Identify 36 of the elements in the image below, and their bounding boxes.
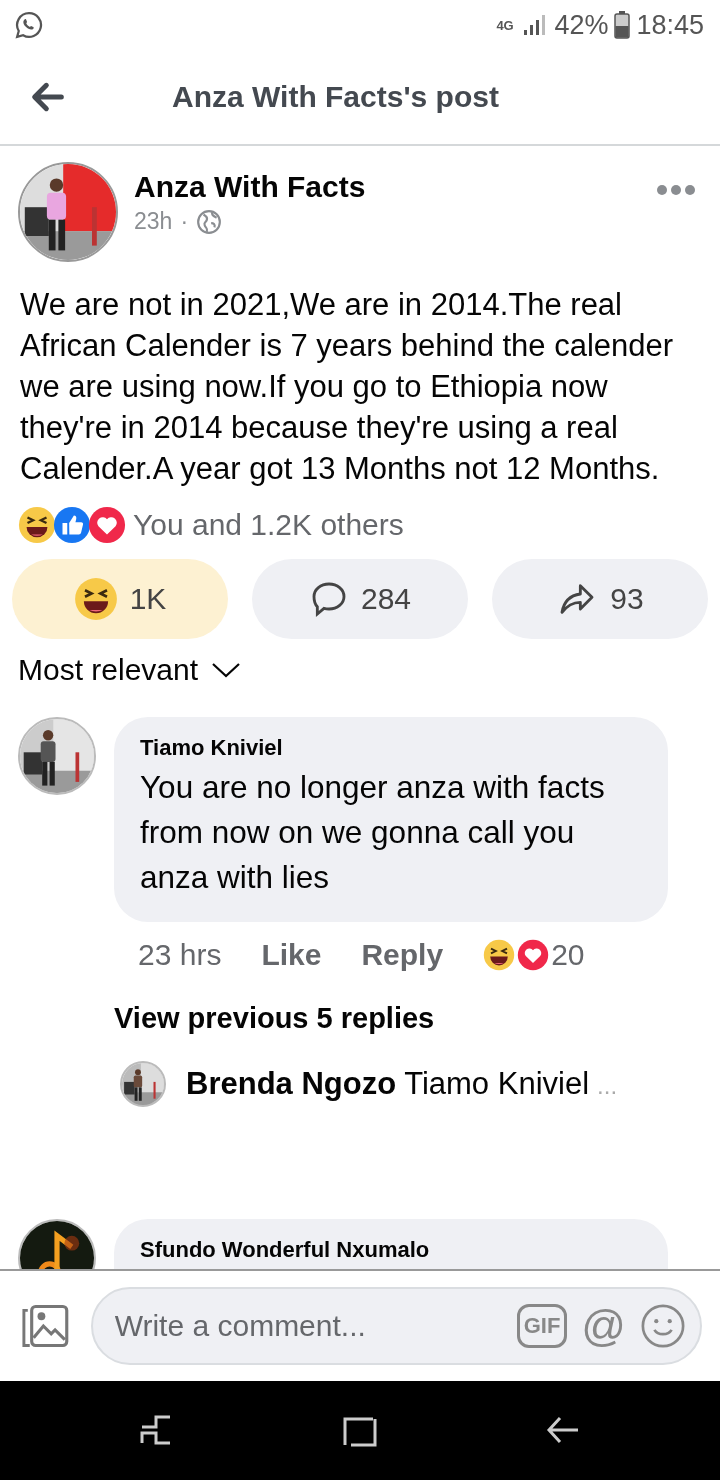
sort-dropdown[interactable]: Most relevant [0, 639, 261, 679]
react-button[interactable]: 1K [12, 559, 228, 639]
battery-icon [614, 11, 631, 39]
commenter-name[interactable]: Tiamo Kniviel [140, 735, 642, 761]
battery-percent: 42% [554, 9, 609, 41]
reactions-summary[interactable]: You and 1.2K others [133, 508, 404, 542]
separator-dot: · [180, 208, 189, 235]
love-reaction-icon [88, 506, 126, 544]
laugh-reaction-icon [483, 939, 516, 971]
chat-app-icon [14, 10, 44, 40]
reply-ellipsis: ... [597, 1072, 618, 1100]
comment-time: 23 hrs [138, 938, 222, 972]
reply-text: Tiamo Kniviel [404, 1066, 590, 1102]
view-replies-link[interactable]: View previous 5 replies [0, 972, 435, 1035]
laugh-reaction-icon [73, 577, 118, 621]
laugh-reaction-icon [18, 506, 56, 544]
globe-icon [196, 208, 223, 235]
author-name[interactable]: Anza With Facts [134, 170, 634, 204]
reaction-count[interactable]: 20 [551, 938, 585, 972]
reply-link[interactable]: Reply [361, 938, 444, 972]
page-title: Anza With Facts's post [172, 80, 499, 114]
comment-text: You are no longer anza with facts from now on we gonna call you anza with lies [140, 768, 606, 897]
post-time: 23h [134, 208, 173, 235]
like-reaction-icon [53, 506, 91, 544]
share-button[interactable]: 93 [492, 559, 708, 639]
post-text: We are not in 2021,We are in 2014.The real African Calender is 7 years behind the calender we are using now.If you go to Ethiopia now they're in 2014 because they're using a real Calender.A year got 13 Months not 12 Months. [19, 286, 675, 488]
clock: 18:45 [636, 9, 704, 41]
emoji-icon[interactable] [640, 1302, 686, 1349]
replier-avatar[interactable] [120, 1061, 166, 1107]
replier-name[interactable]: Brenda Ngozo [186, 1066, 397, 1102]
network-type: 4G [496, 18, 515, 32]
like-link[interactable]: Like [261, 938, 322, 972]
more-options-icon[interactable] [656, 183, 696, 196]
love-reaction-icon [517, 939, 550, 971]
commenter-name[interactable]: Sfundo Wonderful Nxumalo [140, 1236, 642, 1263]
comment-button[interactable]: 284 [252, 559, 468, 639]
